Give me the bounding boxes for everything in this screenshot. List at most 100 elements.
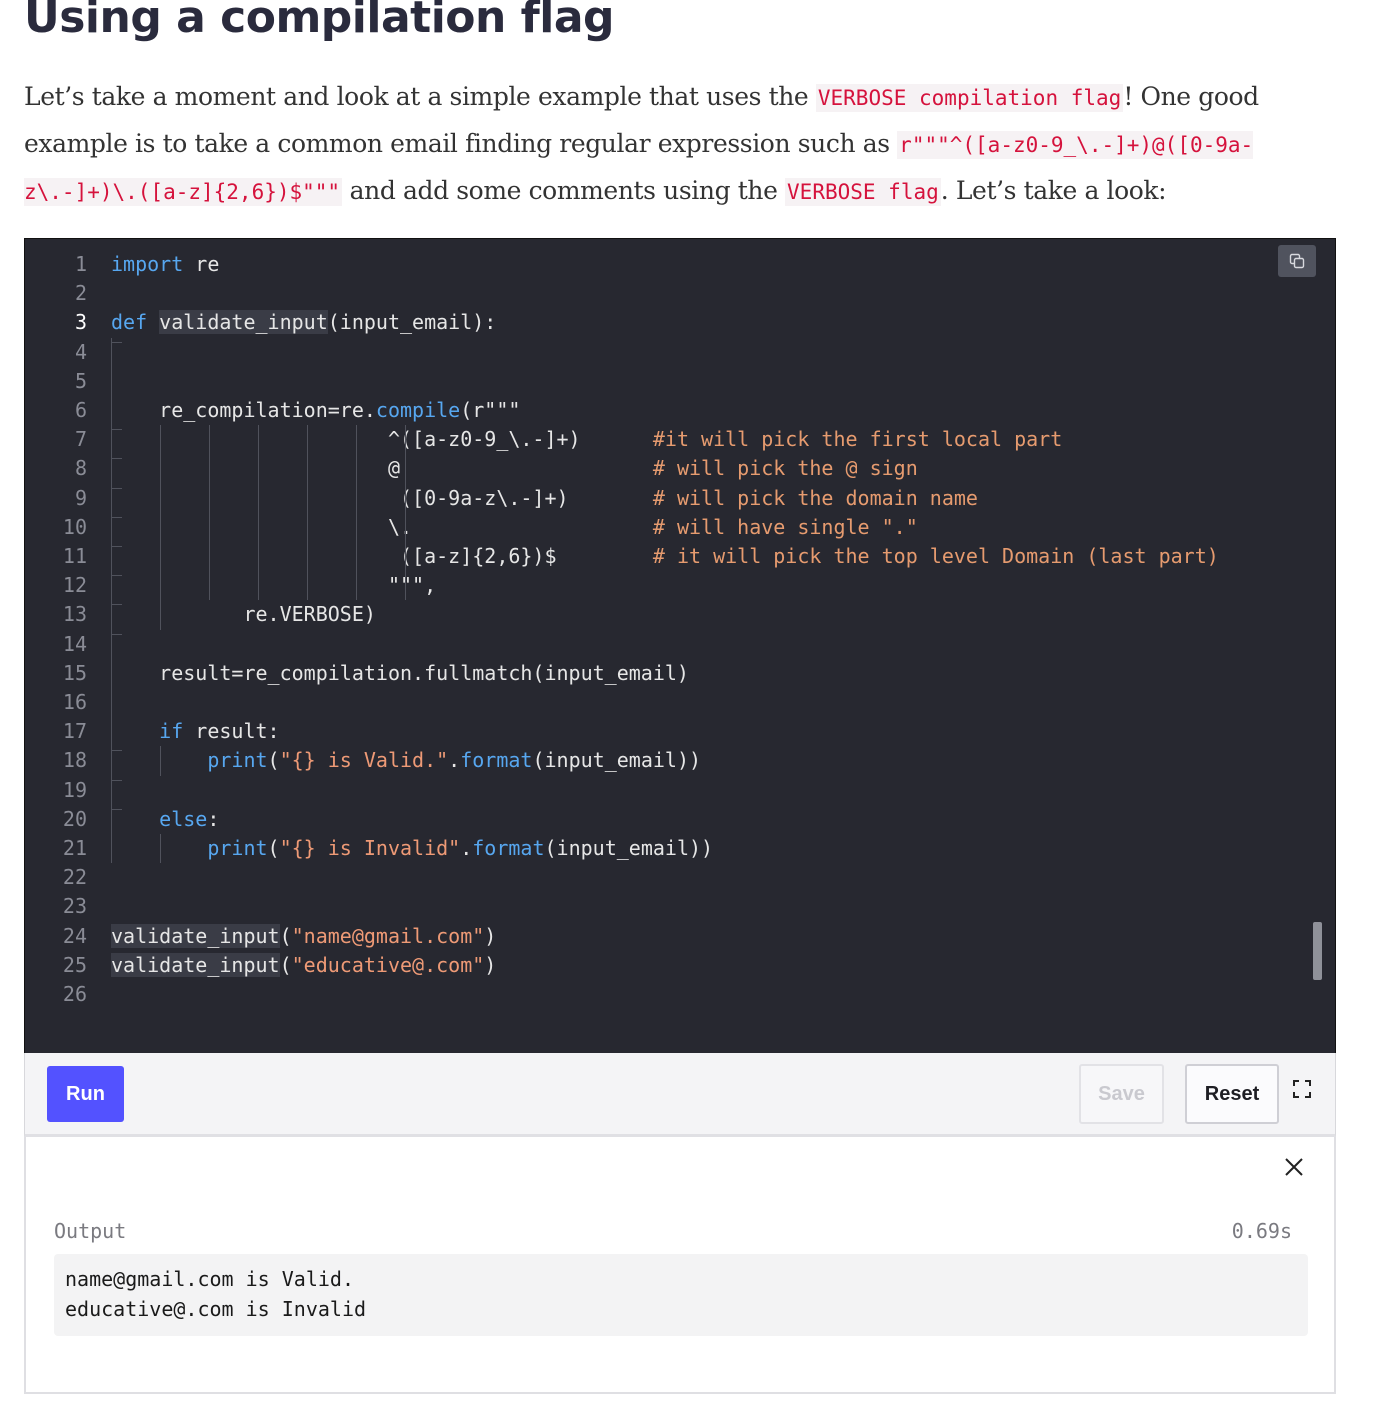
- code-token: compile: [375, 398, 461, 422]
- code-token: (: [267, 836, 280, 860]
- code-token: validate_input: [111, 952, 280, 977]
- code-token: (input_email)): [532, 748, 702, 773]
- code-text: ([0-9a-z\.-]+) # will pick the domain na…: [111, 484, 978, 513]
- indent-tick: [112, 750, 122, 752]
- fullscreen-icon[interactable]: [1292, 1079, 1312, 1099]
- intro-paragraph: Let’s take a moment and look at a simple…: [24, 74, 1364, 215]
- code-editor[interactable]: 1 import re 2 3 def validate_input(input_ema…: [24, 238, 1336, 1054]
- output-line: name@gmail.com is Valid.: [65, 1267, 354, 1291]
- code-text: def validate_input(input_email):: [111, 308, 496, 337]
- code-token: print: [207, 748, 268, 773]
- execution-time: 0.69s: [1231, 1219, 1292, 1243]
- indent-guide: [258, 425, 259, 601]
- code-line: 15 result=re_compilation.fullmatch(input…: [25, 659, 1305, 688]
- line-number: 14: [62, 631, 87, 656]
- code-token: .: [448, 748, 461, 773]
- indent-guide: [209, 425, 210, 601]
- line-number: 22: [62, 865, 87, 890]
- code-text: ([a-z]{2,6})$ # it will pick the top lev…: [111, 542, 1219, 571]
- indent-tick: [112, 808, 122, 810]
- indent-tick: [112, 546, 122, 547]
- editor-toolbar: Run Save Reset: [24, 1053, 1336, 1137]
- indent-guide: [405, 425, 406, 601]
- code-token: # will pick the domain name: [652, 485, 978, 510]
- line-number: 12: [62, 573, 87, 598]
- code-text: ^([a-z0-9_\.-]+) #it will pick the first…: [111, 425, 1062, 454]
- code-token: re: [183, 252, 220, 276]
- code-token: (r""": [460, 398, 521, 422]
- code-token: import: [111, 252, 184, 276]
- line-number: 13: [62, 602, 87, 627]
- code-token: format: [472, 836, 545, 860]
- code-token: ([0-9a-z\.-]+): [111, 485, 653, 510]
- save-button[interactable]: Save: [1079, 1064, 1164, 1124]
- code-line: 22: [25, 863, 1305, 892]
- code-token: (: [279, 952, 292, 977]
- code-token: print: [207, 836, 268, 860]
- code-text: result=re_compilation.fullmatch(input_em…: [111, 659, 689, 688]
- intro-text-3: and add some comments using the: [342, 176, 786, 205]
- code-text: import re: [111, 250, 219, 279]
- line-number: 24: [62, 923, 87, 948]
- code-token: (input_email):: [327, 310, 497, 335]
- code-text: \. # will have single ".": [111, 513, 918, 542]
- indent-tick: [112, 516, 122, 518]
- code-token: (input_email)): [544, 836, 714, 860]
- indent-tick: [112, 487, 122, 489]
- code-line: 9 ([0-9a-z\.-]+) # will pick the domain …: [25, 484, 1305, 513]
- code-token: def: [111, 310, 148, 335]
- indent-tick: [112, 779, 122, 781]
- line-number: 6: [74, 398, 87, 422]
- indent-guide: [160, 425, 161, 601]
- code-text: validate_input("educative@.com"): [111, 951, 496, 980]
- code-token: @: [111, 456, 653, 481]
- inline-code-verbose-flag: VERBOSE flag: [785, 178, 941, 206]
- run-button[interactable]: Run: [47, 1066, 124, 1122]
- code-line: 14: [25, 630, 1305, 659]
- line-number: 7: [74, 427, 87, 452]
- code-text: else:: [111, 805, 219, 834]
- indent-tick: [112, 341, 122, 343]
- line-number: 20: [62, 806, 87, 831]
- inline-code-verbose-compilation-flag: VERBOSE compilation flag: [815, 84, 1124, 112]
- code-text: re_compilation=re.compile(r""": [111, 396, 520, 425]
- code-token: format: [460, 748, 533, 773]
- code-token: "name@gmail.com": [291, 923, 485, 948]
- line-number: 11: [62, 544, 87, 568]
- code-token: "{} is Valid.": [279, 748, 449, 773]
- output-box: name@gmail.com is Valid. educative@.com …: [54, 1254, 1308, 1336]
- code-token: (: [279, 923, 292, 948]
- indent-tick: [112, 633, 122, 635]
- code-token: ): [484, 923, 497, 948]
- code-token: else: [159, 806, 208, 831]
- page-title: Using a compilation flag: [24, 0, 615, 43]
- line-number: 4: [74, 339, 87, 364]
- reset-button[interactable]: Reset: [1185, 1064, 1279, 1124]
- output-panel: Output 0.69s name@gmail.com is Valid. ed…: [24, 1137, 1336, 1394]
- code-token: validate_input: [111, 923, 280, 948]
- code-line: 19: [25, 776, 1305, 805]
- intro-text-1: Let’s take a moment and look at a simple…: [24, 82, 816, 111]
- code-text: re.VERBOSE): [111, 600, 376, 629]
- editor-scrollbar[interactable]: [1313, 922, 1322, 980]
- code-line: 3 def validate_input(input_email):: [25, 308, 1305, 337]
- code-line: 12 """,: [25, 571, 1305, 600]
- line-number: 23: [62, 894, 87, 919]
- code-text: @ # will pick the @ sign: [111, 454, 918, 483]
- code-line: 6 re_compilation=re.compile(r""": [25, 396, 1305, 425]
- code-line: 2: [25, 279, 1305, 308]
- code-line: 16: [25, 688, 1305, 717]
- code-line: 13 re.VERBOSE): [25, 600, 1305, 629]
- line-number: 17: [62, 719, 87, 744]
- indent-tick: [112, 604, 122, 606]
- indent-guide: [307, 425, 308, 601]
- intro-text-4: . Let’s take a look:: [940, 176, 1167, 205]
- code-token: re.VERBOSE): [111, 602, 376, 627]
- code-token: # it will pick the top level Domain (las…: [652, 544, 1219, 568]
- close-icon[interactable]: [1284, 1157, 1304, 1177]
- indent-guide: [160, 834, 161, 864]
- code-token: "educative@.com": [291, 952, 485, 977]
- code-token: :: [207, 806, 220, 831]
